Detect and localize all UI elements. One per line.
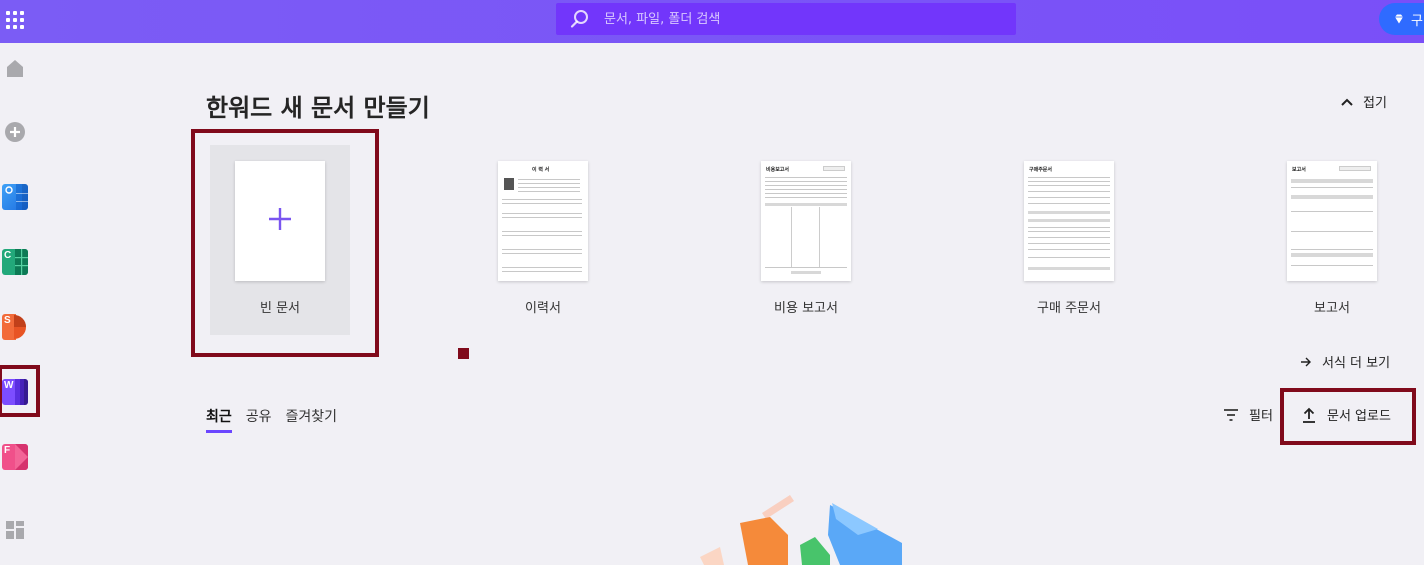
sidebar-item-more-apps[interactable] <box>2 517 28 543</box>
cell-app-letter: C <box>4 250 12 261</box>
template-label: 보고서 <box>1314 301 1350 316</box>
upgrade-button[interactable]: 구 <box>1379 3 1424 35</box>
form-app-letter: F <box>4 445 11 456</box>
tab-recent[interactable]: 최근 <box>206 406 232 433</box>
sidebar-item-cell-app[interactable]: C <box>2 249 28 275</box>
report-thumbnail: 보고서 <box>1287 161 1377 281</box>
grid-icon <box>6 521 24 539</box>
home-icon <box>7 60 23 77</box>
purchase-order-thumbnail: 구매주문서 <box>1024 161 1114 281</box>
file-tabs: 최근 공유 즐겨찾기 <box>206 406 337 433</box>
template-label: 이력서 <box>525 301 561 316</box>
sidebar-item-home[interactable] <box>2 55 28 81</box>
template-report[interactable]: 보고서 보고서 <box>1262 145 1402 335</box>
sidebar: C S W F <box>0 43 30 565</box>
search-input[interactable] <box>604 11 984 27</box>
search-box[interactable] <box>556 3 1016 35</box>
plus-circle-icon <box>5 122 25 142</box>
show-app-letter: S <box>4 315 11 326</box>
cell-app-icon: C <box>2 249 28 275</box>
upgrade-button-label: 구 <box>1411 13 1423 29</box>
diamond-icon <box>1395 14 1403 24</box>
sidebar-item-form-app[interactable]: F <box>2 444 28 470</box>
page-title: 한워드 새 문서 만들기 <box>206 94 430 122</box>
resume-thumbnail: 이 력 서 <box>498 161 588 281</box>
tab-shared[interactable]: 공유 <box>246 406 272 433</box>
word-app-highlight <box>0 365 40 417</box>
filter-label: 필터 <box>1249 409 1273 424</box>
more-templates-label: 서식 더 보기 <box>1322 356 1391 371</box>
app-launcher-icon[interactable] <box>6 11 24 29</box>
filter-button[interactable]: 필터 <box>1223 405 1273 424</box>
sidebar-item-calendar-app[interactable] <box>2 184 28 210</box>
template-label: 구매 주문서 <box>1037 301 1101 316</box>
template-expense-report[interactable]: 비용보고서 비용 보고서 <box>736 145 876 335</box>
template-purchase-order[interactable]: 구매주문서 구매 주문서 <box>999 145 1139 335</box>
highlight-marker <box>458 348 469 359</box>
blank-template-highlight <box>191 129 379 357</box>
top-bar: 구 <box>0 0 1424 43</box>
expense-report-thumbnail: 비용보고서 <box>761 161 851 281</box>
calendar-app-icon <box>2 184 28 210</box>
empty-state-illustration <box>700 495 902 565</box>
tab-favorites[interactable]: 즐겨찾기 <box>286 406 338 433</box>
form-app-icon: F <box>2 444 28 470</box>
arrow-right-icon <box>1301 357 1311 366</box>
collapse-label: 접기 <box>1363 96 1387 111</box>
more-templates-link[interactable]: 서식 더 보기 <box>1300 352 1390 371</box>
sidebar-item-show-app[interactable]: S <box>2 314 28 340</box>
collapse-button[interactable]: 접기 <box>1340 92 1387 111</box>
chevron-up-icon <box>1341 98 1353 106</box>
sidebar-item-new[interactable] <box>2 119 28 145</box>
template-resume[interactable]: 이 력 서 이력서 <box>473 145 613 335</box>
show-app-icon: S <box>2 314 28 340</box>
filter-icon <box>1224 408 1238 421</box>
template-label: 비용 보고서 <box>774 301 838 316</box>
upload-button-highlight <box>1280 388 1416 445</box>
search-icon <box>570 10 588 28</box>
